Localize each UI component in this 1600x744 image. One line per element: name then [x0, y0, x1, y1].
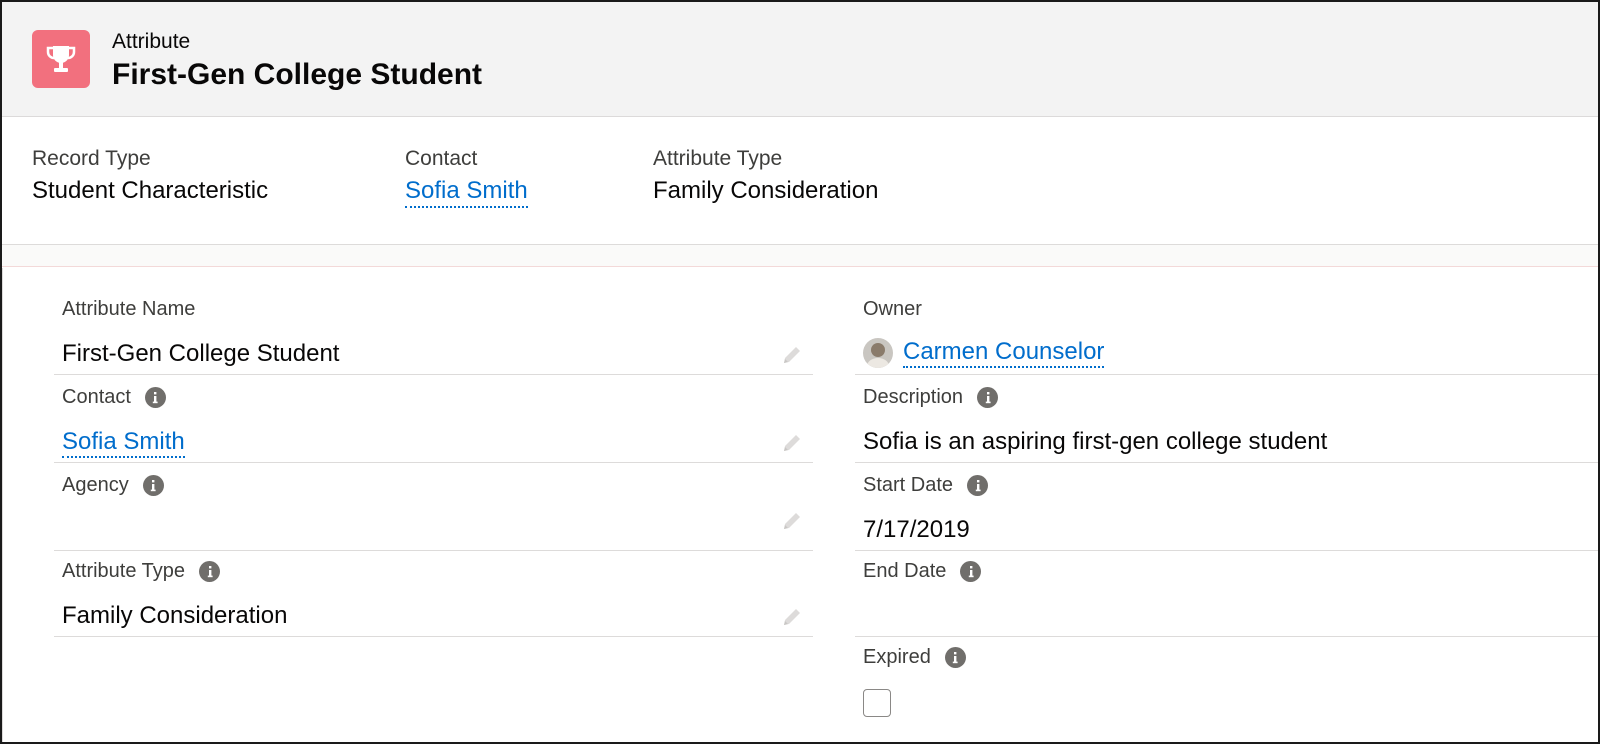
edit-pencil-icon[interactable]	[779, 508, 805, 534]
field-label: Owner	[863, 298, 922, 320]
field-agency: Agency	[54, 464, 813, 551]
field-label: Attribute Name	[62, 298, 196, 320]
field-label: Description	[863, 386, 999, 409]
highlight-label: Contact	[405, 147, 478, 170]
highlight-record-type: Record Type Student Characteristic	[32, 147, 268, 205]
field-expired: Expired	[855, 636, 1598, 736]
info-icon[interactable]	[142, 475, 164, 496]
edit-pencil-icon[interactable]	[779, 604, 805, 630]
edit-pencil-icon[interactable]	[779, 430, 805, 456]
field-owner: Owner Carmen Counselor	[855, 288, 1598, 375]
field-attribute-name: Attribute Name First-Gen College Student	[54, 288, 813, 375]
highlight-label: Record Type	[32, 147, 151, 170]
section-divider	[2, 245, 1598, 267]
field-label: Start Date	[863, 474, 989, 497]
trophy-icon	[32, 30, 90, 88]
edit-pencil-icon[interactable]	[779, 342, 805, 368]
expired-checkbox[interactable]	[863, 689, 891, 717]
avatar	[863, 338, 893, 368]
info-icon[interactable]	[199, 561, 221, 582]
field-attribute-type: Attribute Type Family Consideration	[54, 550, 813, 637]
highlight-attribute-type: Attribute Type Family Consideration	[653, 147, 878, 205]
field-start-date: Start Date 7/17/2019	[855, 464, 1598, 551]
field-value: Family Consideration	[62, 602, 288, 629]
page-title: First-Gen College Student	[112, 58, 483, 91]
highlight-label: Attribute Type	[653, 147, 783, 170]
field-label: Attribute Type	[62, 560, 221, 583]
field-label: Contact	[62, 386, 166, 409]
field-description: Description Sofia is an aspiring first-g…	[855, 376, 1598, 463]
info-icon[interactable]	[944, 647, 966, 668]
detail-section: Attribute Name First-Gen College Student…	[2, 268, 1598, 742]
highlight-value: Student Characteristic	[32, 177, 269, 204]
contact-field-link[interactable]: Sofia Smith	[62, 428, 185, 458]
info-icon[interactable]	[960, 561, 982, 582]
info-icon[interactable]	[967, 475, 989, 496]
field-label: End Date	[863, 560, 982, 583]
record-header: Attribute First-Gen College Student	[2, 2, 1598, 117]
field-end-date: End Date	[855, 550, 1598, 637]
highlight-value: Family Consideration	[653, 177, 879, 204]
owner-link[interactable]: Carmen Counselor	[903, 338, 1105, 369]
entity-label: Attribute	[112, 30, 191, 53]
field-value: Sofia is an aspiring first-gen college s…	[863, 428, 1328, 455]
field-contact: Contact Sofia Smith	[54, 376, 813, 463]
field-label: Expired	[863, 646, 966, 669]
contact-link[interactable]: Sofia Smith	[405, 177, 528, 208]
highlights-panel: Record Type Student Characteristic Conta…	[2, 117, 1598, 245]
highlight-contact: Contact Sofia Smith	[405, 147, 528, 208]
field-label: Agency	[62, 474, 164, 497]
info-icon[interactable]	[144, 387, 166, 408]
record-page: Attribute First-Gen College Student Reco…	[0, 0, 1600, 744]
field-value: First-Gen College Student	[62, 340, 340, 367]
info-icon[interactable]	[977, 387, 999, 408]
field-value: 7/17/2019	[863, 516, 970, 543]
